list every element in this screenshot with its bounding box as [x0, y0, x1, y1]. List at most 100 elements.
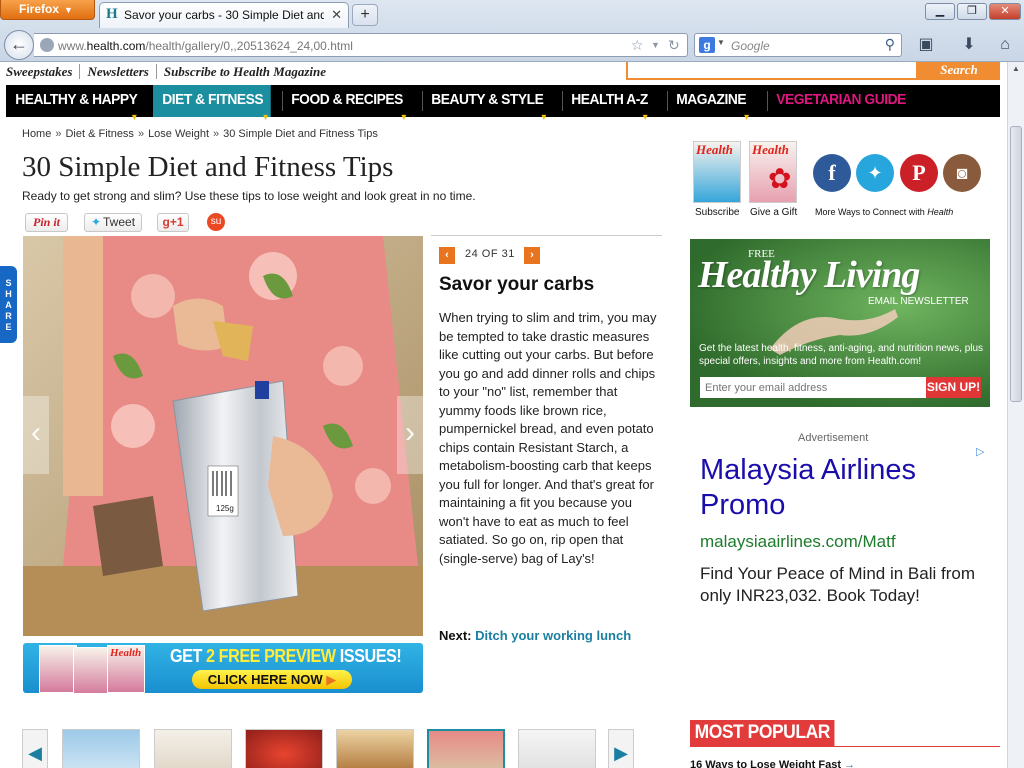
home-icon[interactable]: ⌂ [991, 34, 1019, 56]
thumbnail[interactable] [154, 729, 232, 768]
promo-headline: GET 2 FREE PREVIEW ISSUES! [170, 646, 402, 666]
bookmarks-menu-icon[interactable]: ▣ [912, 34, 940, 56]
bookmark-star-icon[interactable]: ☆ [631, 37, 644, 54]
thumbnails-prev-button[interactable]: ◀ [22, 729, 48, 768]
magazine-cover [73, 647, 111, 693]
google-logo-icon[interactable]: g [699, 37, 715, 53]
tweet-button[interactable]: ✦ Tweet [84, 213, 142, 232]
firefox-menu-button[interactable]: Firefox ▼ [0, 0, 95, 20]
photo-prev-arrow[interactable]: ‹ [23, 396, 49, 474]
most-popular-item[interactable]: 16 Ways to Lose Weight Fast → [690, 759, 855, 768]
ad-description: Find Your Peace of Mind in Bali from onl… [700, 564, 975, 605]
back-button[interactable]: ← [4, 30, 34, 60]
health-favicon-icon: H [106, 6, 118, 22]
url-dropdown-icon[interactable]: ▼ [651, 40, 660, 50]
give-a-gift-link[interactable]: Give a Gift [750, 207, 797, 218]
ad-headline-link[interactable]: Malaysia Airlines Promo [700, 453, 990, 523]
browser-chrome: Firefox ▼ H Savor your carbs - 30 Simple … [0, 0, 1024, 62]
window-minimize-button[interactable]: ▁ [925, 3, 955, 20]
thumbnail-current[interactable] [427, 729, 505, 768]
nav-health-a-z[interactable]: HEALTH A-Z ▼ [562, 85, 659, 122]
nav-vegetarian-guide[interactable]: VEGETARIAN GUIDE [767, 85, 933, 117]
window-restore-button[interactable]: ❐ [957, 3, 987, 20]
free-issues-promo-banner[interactable]: Health GET 2 FREE PREVIEW ISSUES! CLICK … [23, 643, 423, 693]
pinit-button[interactable]: Pin it [25, 213, 68, 232]
connect-label: More Ways to Connect with Health [815, 207, 954, 217]
stumbleupon-icon[interactable]: su [207, 213, 225, 231]
nav-beauty-style[interactable]: BEAUTY & STYLE ▼ [422, 85, 551, 122]
thumbnail[interactable] [62, 729, 140, 768]
subscribe-link[interactable]: Subscribe to Health Magazine [155, 64, 334, 79]
nav-diet-fitness[interactable]: DIET & FITNESS ▼ [153, 85, 271, 122]
newsletter-email-input[interactable] [700, 377, 926, 398]
slide-next-button[interactable]: › [524, 247, 540, 264]
most-popular-heading: MOST POPULAR [690, 720, 835, 746]
twitter-icon[interactable]: ✦ [856, 154, 894, 192]
magazine-covers: Health [39, 645, 149, 693]
window-close-button[interactable]: ✕ [989, 3, 1021, 20]
pinterest-icon[interactable]: P [900, 154, 938, 192]
site-search-button[interactable]: Search [918, 62, 1000, 80]
bag-weight-label: 125g [216, 504, 234, 513]
breadcrumb: Home» Diet & Fitness» Lose Weight» 30 Simpl… [22, 128, 378, 140]
nav-arrow-icon: ▼ [641, 112, 649, 122]
subscribe-cover-image[interactable]: Health [693, 141, 741, 203]
breadcrumb-sep: » [137, 128, 145, 140]
slide-prev-button[interactable]: ‹ [439, 247, 455, 264]
breadcrumb-diet-fitness[interactable]: Diet & Fitness [65, 128, 133, 140]
photo-next-arrow[interactable]: › [397, 396, 423, 474]
newsletter-signup-button[interactable]: SIGN UP! [926, 377, 981, 398]
newsletter-title: Healthy Living [698, 254, 920, 296]
nav-magazine[interactable]: MAGAZINE ▼ [667, 85, 759, 122]
url-text: www.health.com/health/gallery/0,,2051362… [58, 39, 353, 53]
next-slide-link[interactable]: Ditch your working lunch [475, 628, 631, 643]
browser-tab[interactable]: H Savor your carbs - 30 Simple Diet and … [99, 2, 349, 28]
newsletters-link[interactable]: Newsletters [79, 64, 156, 79]
divider [431, 235, 662, 236]
advertisement-label: Advertisement [798, 432, 869, 444]
breadcrumb-lose-weight[interactable]: Lose Weight [148, 128, 209, 140]
nav-food-recipes[interactable]: FOOD & RECIPES ▼ [282, 85, 411, 122]
search-bar[interactable]: g ▼ Google ⚲ [694, 33, 902, 57]
magazine-cover [39, 645, 77, 693]
download-icon[interactable]: ⬇ [955, 34, 983, 56]
site-search-input[interactable] [626, 62, 918, 80]
side-share-tab[interactable]: SHARE [0, 266, 17, 343]
engine-dropdown-icon[interactable]: ▼ [717, 38, 725, 47]
next-slide-line: Next: Ditch your working lunch [439, 628, 632, 643]
thumbnail[interactable] [245, 729, 323, 768]
slide-body: When trying to slim and trim, you may be… [439, 310, 657, 566]
ad-display-url[interactable]: malaysiaairlines.com/Matf [700, 532, 896, 552]
sweepstakes-link[interactable]: Sweepstakes [6, 64, 79, 79]
twitter-bird-icon: ✦ [90, 215, 102, 229]
vertical-scrollbar[interactable]: ▲ [1007, 62, 1024, 768]
utility-links: Sweepstakes Newsletters Subscribe to Healt… [6, 64, 334, 80]
thumbnail[interactable] [518, 729, 596, 768]
facebook-icon[interactable]: f [813, 154, 851, 192]
tab-close-icon[interactable]: ✕ [331, 7, 342, 23]
url-bar[interactable]: www.health.com/health/gallery/0,,2051362… [34, 33, 688, 57]
instagram-icon[interactable]: ◙ [943, 154, 981, 192]
scrollbar-thumb[interactable] [1010, 126, 1022, 402]
page-title: 30 Simple Diet and Fitness Tips [22, 151, 394, 183]
nav-healthy-happy[interactable]: HEALTHY & HAPPY ▼ [6, 85, 140, 122]
gplus-button[interactable]: g+1 [157, 213, 189, 232]
thumbnail[interactable] [336, 729, 414, 768]
nav-arrow-icon: ▼ [539, 112, 548, 122]
new-tab-button[interactable]: + [352, 4, 378, 26]
breadcrumb-home[interactable]: Home [22, 128, 51, 140]
cover-brand: Health [752, 142, 789, 157]
newsletter-subtitle: EMAIL NEWSLETTER [868, 296, 969, 307]
gift-cover-image[interactable]: Health ✿ [749, 141, 797, 203]
breadcrumb-current[interactable]: 30 Simple Diet and Fitness Tips [223, 128, 378, 140]
slide-title: Savor your carbs [439, 274, 595, 295]
globe-icon [40, 38, 54, 52]
magnifier-icon[interactable]: ⚲ [885, 36, 895, 53]
scroll-up-arrow-icon[interactable]: ▲ [1010, 64, 1022, 78]
promo-cta-button[interactable]: CLICK HERE NOW ▶ [192, 670, 352, 689]
reload-icon[interactable]: ↻ [668, 37, 680, 54]
tab-title: Savor your carbs - 30 Simple Diet and Fi… [124, 8, 324, 22]
search-placeholder: Google [731, 39, 770, 53]
thumbnails-next-button[interactable]: ▶ [608, 729, 634, 768]
subscribe-link[interactable]: Subscribe [695, 207, 739, 218]
